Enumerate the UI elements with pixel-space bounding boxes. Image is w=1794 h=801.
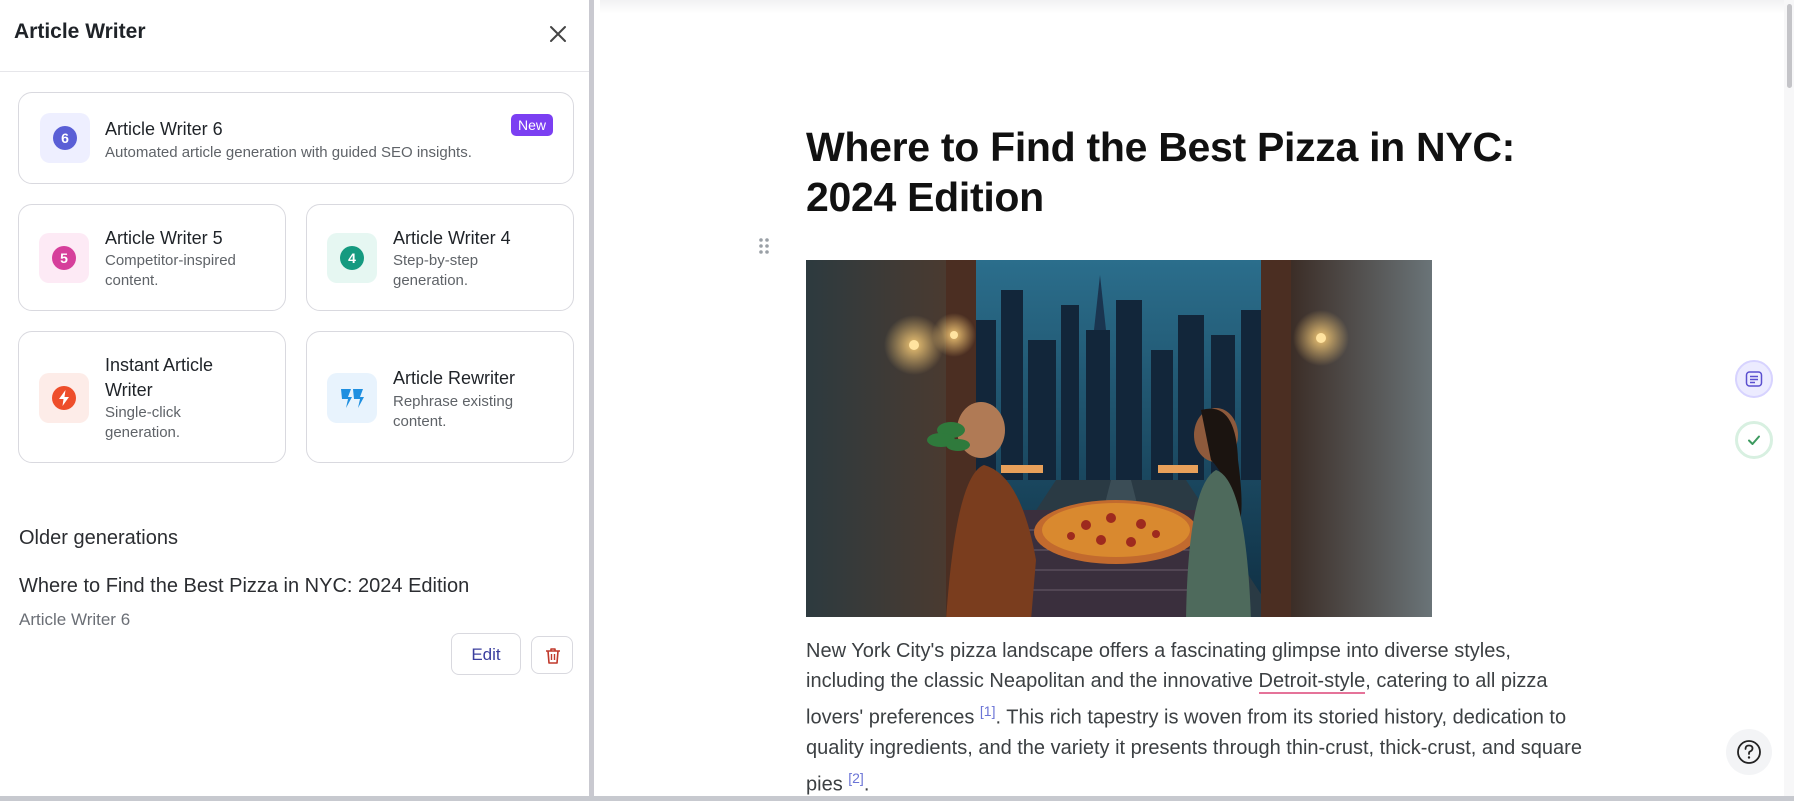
card-title: Article Writer 4 — [393, 228, 511, 248]
article-paragraph[interactable]: New York City's pizza landscape offers a… — [806, 636, 1586, 799]
card-title: Article Writer 5 — [105, 228, 223, 248]
close-icon[interactable] — [546, 22, 570, 46]
scrollbar[interactable] — [1784, 0, 1794, 801]
help-icon — [1737, 740, 1761, 764]
card-desc: Step-by-step generation. — [393, 252, 479, 289]
card-title: Article Rewriter — [393, 368, 516, 388]
check-status-button[interactable] — [1735, 421, 1773, 459]
card-desc: Single-click generation. — [105, 404, 181, 441]
card-desc: Automated article generation with guided… — [105, 144, 472, 161]
older-item-title[interactable]: Where to Find the Best Pizza in NYC: 202… — [19, 575, 469, 598]
lightning-icon — [39, 373, 89, 423]
rewrite-icon — [327, 373, 377, 423]
citation-2[interactable]: [2] — [848, 770, 864, 786]
outline-icon — [1745, 371, 1763, 387]
new-badge: New — [510, 114, 553, 136]
check-icon — [1748, 435, 1760, 445]
card-article-rewriter[interactable]: Article Rewriter Rephrase existing conte… — [306, 331, 574, 463]
writer-6-icon: 6 — [40, 113, 90, 163]
card-title: Instant Article Writer — [105, 355, 214, 400]
panel-title: Article Writer — [14, 20, 146, 43]
scrollbar-thumb[interactable] — [1787, 4, 1792, 88]
panel-header: Article Writer — [0, 0, 589, 72]
older-item-subtitle: Article Writer 6 — [19, 610, 131, 629]
article-title[interactable]: Where to Find the Best Pizza in NYC: 202… — [806, 122, 1606, 222]
card-desc: Rephrase existing content. — [393, 393, 514, 430]
citation-1[interactable]: [1] — [980, 703, 996, 719]
card-desc: Competitor-inspired content. — [105, 252, 236, 289]
hero-image[interactable] — [806, 260, 1432, 617]
card-title: Article Writer 6 — [105, 119, 223, 139]
outline-button[interactable] — [1735, 360, 1773, 398]
writer-5-icon: 5 — [39, 233, 89, 283]
help-button[interactable] — [1726, 729, 1772, 775]
bottom-bar — [0, 796, 1794, 801]
article-editor: Where to Find the Best Pizza in NYC: 202… — [600, 0, 1794, 801]
delete-button[interactable] — [531, 636, 573, 674]
card-article-writer-4[interactable]: 4 Article Writer 4 Step-by-step generati… — [306, 204, 574, 311]
card-article-writer-6[interactable]: 6 Article Writer 6 Automated article gen… — [18, 92, 574, 184]
edit-button[interactable]: Edit — [451, 633, 521, 675]
drag-handle-icon[interactable] — [757, 236, 771, 256]
article-writer-panel: Article Writer 6 Article Writer 6 Automa… — [0, 0, 594, 801]
card-instant-article-writer[interactable]: Instant Article Writer Single-click gene… — [18, 331, 286, 463]
writer-4-icon: 4 — [327, 233, 377, 283]
card-article-writer-5[interactable]: 5 Article Writer 5 Competitor-inspired c… — [18, 204, 286, 311]
trash-icon — [546, 648, 560, 664]
older-generations-heading: Older generations — [19, 527, 178, 549]
top-shadow — [600, 0, 1794, 14]
spellcheck-underlined-word[interactable]: Detroit-style — [1258, 670, 1366, 694]
